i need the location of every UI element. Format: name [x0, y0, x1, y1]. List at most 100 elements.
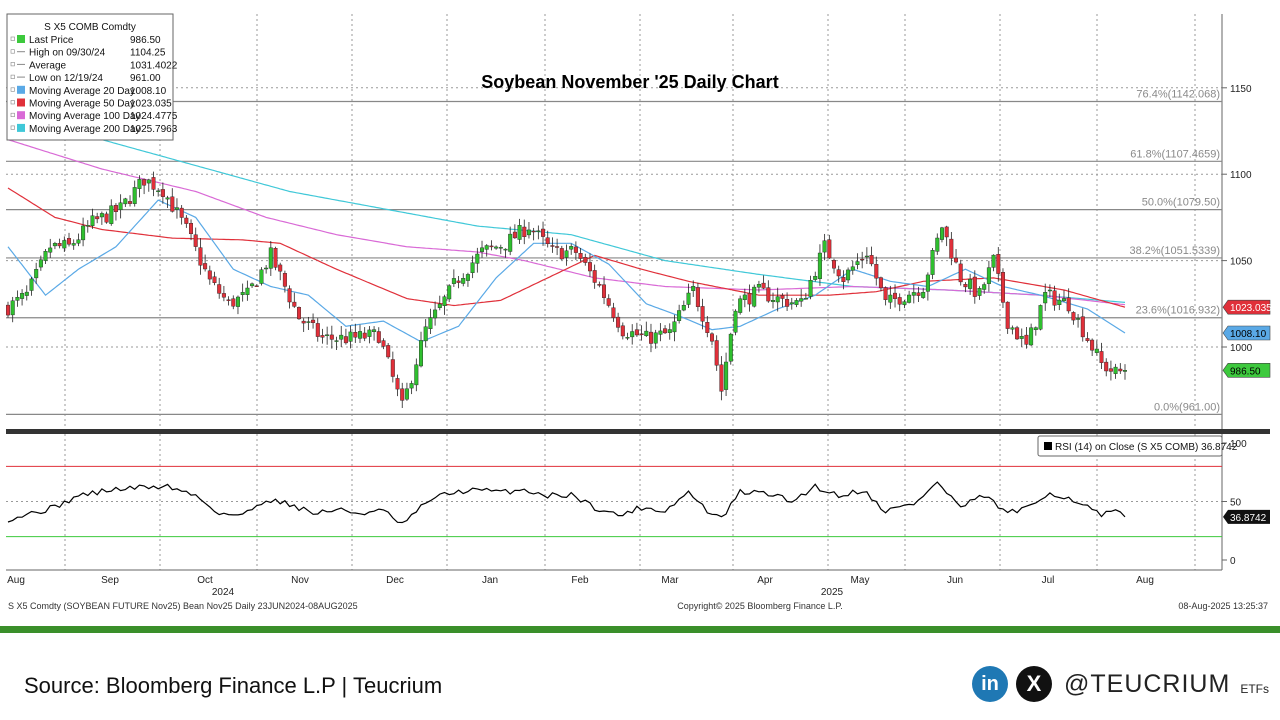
candle-body [456, 280, 461, 283]
candle-body [827, 239, 832, 259]
candle-body [193, 234, 198, 247]
candle-body [24, 291, 29, 296]
candle-body [433, 309, 438, 319]
price-tick-label: 1150 [1230, 84, 1252, 95]
candle-body [484, 245, 489, 250]
candle-body [1001, 272, 1006, 303]
candle-body [470, 262, 475, 273]
candle-body [855, 261, 860, 265]
candle-body [353, 332, 358, 338]
candle-body [71, 243, 76, 246]
month-label: Jan [482, 575, 498, 586]
candle-body [597, 284, 602, 286]
candle-body [921, 292, 926, 298]
candle-body [789, 302, 794, 305]
candle-body [494, 246, 499, 249]
candle-body [799, 298, 804, 302]
candle-body [724, 361, 729, 390]
candle-body [958, 263, 963, 283]
candle-body [437, 303, 442, 308]
candle-body [644, 330, 649, 337]
price-tags: 1023.035 1008.10 986.50 [1222, 299, 1272, 378]
candle-body [95, 216, 100, 220]
candle-body [480, 247, 485, 252]
candle-body [1076, 318, 1081, 320]
candle-body [1010, 327, 1015, 330]
candle-body [555, 246, 560, 248]
candle-body [339, 334, 344, 340]
candle-body [954, 257, 959, 263]
candle-body [1071, 312, 1076, 321]
legend-value: 1023.035 [130, 99, 172, 110]
candle-body [451, 278, 456, 284]
candle-body [653, 332, 658, 344]
candle-body [977, 288, 982, 296]
candle-body [99, 213, 104, 218]
x-icon[interactable]: X [1016, 666, 1052, 702]
candle-body [62, 240, 67, 249]
candle-body [325, 334, 330, 336]
legend-title: S X5 COMB Comdty [44, 22, 136, 33]
candle-body [400, 388, 405, 401]
month-label: Aug [1136, 575, 1154, 586]
candle-body [616, 316, 621, 328]
candle-body [893, 292, 898, 299]
candle-body [658, 330, 663, 335]
candle-body [29, 278, 34, 291]
legend-value: 1024.4775 [130, 111, 178, 122]
legend-value: 1031.4022 [130, 60, 178, 71]
candle-body [930, 250, 935, 275]
candle-body [81, 225, 86, 241]
candle-body [982, 284, 987, 290]
candle-body [902, 301, 907, 305]
candle-body [301, 320, 306, 324]
candle-body [245, 287, 250, 295]
candle-body [151, 177, 156, 190]
etfs-suffix: ETFs [1240, 682, 1269, 696]
rsi-value-tag-label: 36.8742 [1230, 513, 1267, 524]
legend-label: Moving Average 100 Day [29, 111, 141, 122]
candle-body [935, 237, 940, 252]
candle-body [278, 264, 283, 272]
candle-body [43, 250, 48, 261]
legend-label: High on 09/30/24 [29, 48, 106, 59]
month-label: May [851, 575, 870, 586]
candle-body [109, 205, 114, 224]
candle-body [663, 328, 668, 334]
bloomberg-chart: 76.4%(1142.068) 61.8%(1107.4659) 50.0%(107… [0, 0, 1280, 633]
series-description: S X5 Comdty (SOYBEAN FUTURE Nov25) Bean … [8, 601, 358, 611]
candle-body [522, 226, 527, 238]
linkedin-icon[interactable]: in [972, 666, 1008, 702]
candle-body [358, 331, 363, 339]
candle-body [250, 283, 255, 287]
candle-body [860, 258, 865, 261]
candle-body [334, 340, 339, 342]
candle-body [362, 332, 367, 339]
legend-swatch [17, 98, 25, 107]
month-label: Feb [571, 575, 589, 586]
candle-body [235, 296, 240, 307]
candle-body [165, 197, 170, 200]
candle-body [1122, 370, 1127, 372]
candle-body [1099, 351, 1104, 363]
month-label: Jun [947, 575, 963, 586]
candle-body [264, 267, 269, 270]
candle-body [1085, 338, 1090, 341]
candle-body [864, 255, 869, 258]
candle-body [268, 247, 273, 269]
candle-body [20, 293, 25, 299]
candle-body [226, 299, 231, 301]
price-tick-label: 1000 [1230, 343, 1253, 354]
candle-body [10, 300, 15, 316]
price-tag-label: 1023.035 [1230, 303, 1272, 314]
candle-body [85, 225, 90, 227]
candle-body [536, 230, 541, 232]
candle-body [550, 245, 555, 247]
candle-body [184, 217, 189, 224]
candle-body [986, 267, 991, 284]
panel-divider [6, 429, 1270, 434]
month-label: Dec [386, 575, 404, 586]
fib-level-label: 38.2%(1051.5339) [1129, 245, 1220, 257]
month-label: Mar [661, 575, 679, 586]
candle-body [287, 288, 292, 303]
